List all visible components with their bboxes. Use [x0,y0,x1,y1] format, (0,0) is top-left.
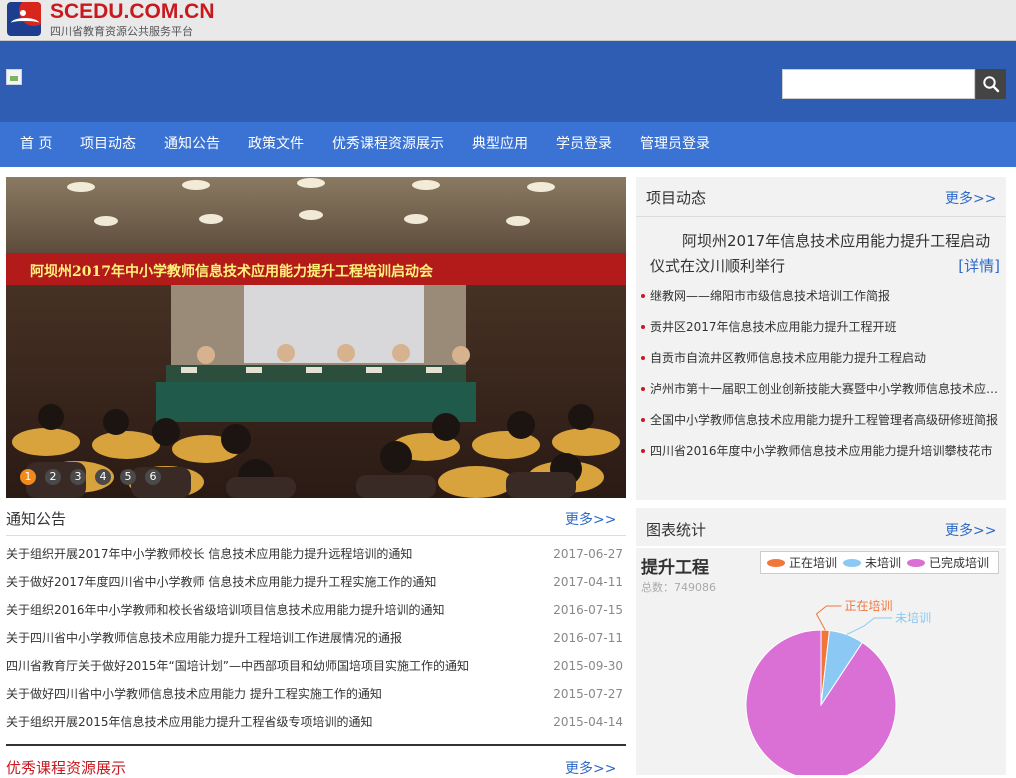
list-item[interactable]: 贡井区2017年信息技术应用能力提升工程开班 [640,317,1002,348]
notices-title: 通知公告 [6,510,67,528]
legend-swatch [907,558,926,567]
legend-swatch [843,558,862,567]
list-item: 四川省教育厅关于做好2015年“国培计划”—中西部项目和幼师国培项目实施工作的通… [6,657,626,685]
site-logo-icon[interactable] [7,2,41,36]
list-item: 关于四川省中小学教师信息技术应用能力提升工程培训工作进展情况的通报 2016-07… [6,629,626,657]
broken-image-icon [6,69,22,85]
slider-dot[interactable]: 4 [95,469,111,485]
pie-chart: 正在培训未培训 [745,598,931,775]
list-item: 关于做好四川省中小学教师信息技术应用能力 提升工程实施工作的通知 2015-07-… [6,685,626,713]
stats-more-link[interactable]: 更多>> [945,520,996,540]
list-item[interactable]: 自贡市自流井区教师信息技术应用能力提升工程启动 [640,348,1002,379]
list-item[interactable]: 四川省2016年度中小学教师信息技术应用能力提升培训攀枝花市 [640,441,1002,472]
notice-date: 2015-04-14 [553,715,623,729]
nav-admin-login[interactable]: 管理员登录 [640,122,710,167]
stats-title: 图表统计 [646,521,707,539]
courses-more-link[interactable]: 更多>> [565,758,616,778]
nav-notices[interactable]: 通知公告 [164,122,220,167]
notices-title-divider [6,535,626,536]
site-logo-title[interactable]: SCEDU.COM.CN [50,0,215,24]
chart-legend: 正在培训 未培训 已完成培训 [760,551,999,574]
project-news-title: 项目动态 [646,189,707,207]
notice-date: 2016-07-15 [553,603,623,617]
search-button[interactable] [976,69,1006,99]
list-item[interactable]: 继教网——绵阳市市级信息技术培训工作简报 [640,286,1002,317]
notice-link[interactable]: 关于组织开展2015年信息技术应用能力提升工程省级专项培训的通知 [6,713,373,731]
pie-label-line [846,617,893,635]
legend-item[interactable]: 未培训 [843,554,901,571]
notice-link[interactable]: 关于做好2017年度四川省中小学教师 信息技术应用能力提升工程实施工作的通知 [6,573,436,591]
slider-dot[interactable]: 1 [20,469,36,485]
featured-news-text[interactable]: 阿坝州2017年信息技术应用能力提升工程启动仪式在汶川顺利举行 [650,232,990,275]
nav-policies[interactable]: 政策文件 [248,122,304,167]
notice-link[interactable]: 关于四川省中小学教师信息技术应用能力提升工程培训工作进展情况的通报 [6,629,402,647]
slider-caption: 阿坝州2017年中小学教师信息技术应用能力提升工程培训启动会 [30,264,433,280]
list-item[interactable]: 泸州市第十一届职工创业创新技能大赛暨中小学教师信息技术应用能力 [640,379,1002,410]
top-logo-bar: SCEDU.COM.CN 四川省教育资源公共服务平台 [0,0,1016,41]
project-news-list: 继教网——绵阳市市级信息技术培训工作简报 贡井区2017年信息技术应用能力提升工… [640,286,1002,472]
legend-label: 已完成培训 [929,556,990,570]
notice-link[interactable]: 关于组织开展2017年中小学教师校长 信息技术应用能力提升远程培训的通知 [6,545,412,563]
notice-date: 2017-06-27 [553,547,623,561]
notices-list: 关于组织开展2017年中小学教师校长 信息技术应用能力提升远程培训的通知 2017… [6,545,626,741]
photo-slider[interactable]: 阿坝州2017年中小学教师信息技术应用能力提升工程培训启动会 1 2 3 4 5… [6,177,626,498]
project-news-divider [636,216,1006,217]
featured-news-detail-link[interactable]: [详情] [958,254,1000,279]
pie-slice[interactable] [745,629,897,775]
slider-pagination: 1 2 3 4 5 6 [20,469,161,485]
nav-project-news[interactable]: 项目动态 [80,122,136,167]
slider-dot[interactable]: 3 [70,469,86,485]
slider-dot[interactable]: 5 [120,469,136,485]
legend-label: 未培训 [865,556,902,570]
notice-link[interactable]: 四川省教育厅关于做好2015年“国培计划”—中西部项目和幼师国培项目实施工作的通… [6,657,469,675]
nav-home[interactable]: 首 页 [20,122,52,167]
notice-date: 2017-04-11 [553,575,623,589]
list-item: 关于组织开展2017年中小学教师校长 信息技术应用能力提升远程培训的通知 2017… [6,545,626,573]
pie-label: 未培训 [895,610,931,625]
pie-label-line [815,605,842,631]
conference-photo [6,177,626,498]
search-input[interactable] [782,69,975,99]
notice-date: 2015-09-30 [553,659,623,673]
list-item[interactable]: 全国中小学教师信息技术应用能力提升工程管理者高级研修班简报 [640,410,1002,441]
pie-label: 正在培训 [844,598,892,613]
project-news-more-link[interactable]: 更多>> [945,188,996,208]
legend-label: 正在培训 [789,556,838,570]
main-nav: 首 页 项目动态 通知公告 政策文件 优秀课程资源展示 典型应用 学员登录 管理… [0,122,1016,167]
slider-dot[interactable]: 2 [45,469,61,485]
notice-date: 2015-07-27 [553,687,623,701]
site-logo-subtitle: 四川省教育资源公共服务平台 [50,25,193,38]
featured-news[interactable]: 阿坝州2017年信息技术应用能力提升工程启动仪式在汶川顺利举行 [详情] [650,229,1000,279]
notice-link[interactable]: 关于做好四川省中小学教师信息技术应用能力 提升工程实施工作的通知 [6,685,382,703]
notice-date: 2016-07-11 [553,631,623,645]
legend-item[interactable]: 已完成培训 [907,554,989,571]
legend-swatch [767,558,785,567]
search-icon [983,76,1000,93]
nav-student-login[interactable]: 学员登录 [556,122,612,167]
notice-link[interactable]: 关于组织2016年中小学教师和校长省级培训项目信息技术应用能力提升培训的通知 [6,601,445,619]
legend-item[interactable]: 正在培训 [767,554,837,571]
list-item: 关于做好2017年度四川省中小学教师 信息技术应用能力提升工程实施工作的通知 20… [6,573,626,601]
nav-courses[interactable]: 优秀课程资源展示 [332,122,444,167]
slider-dot[interactable]: 6 [145,469,161,485]
notices-more-link[interactable]: 更多>> [565,509,616,529]
section-divider [6,744,626,746]
list-item: 关于组织开展2015年信息技术应用能力提升工程省级专项培训的通知 2015-04-… [6,713,626,741]
nav-applications[interactable]: 典型应用 [472,122,528,167]
list-item: 关于组织2016年中小学教师和校长省级培训项目信息技术应用能力提升培训的通知 20… [6,601,626,629]
